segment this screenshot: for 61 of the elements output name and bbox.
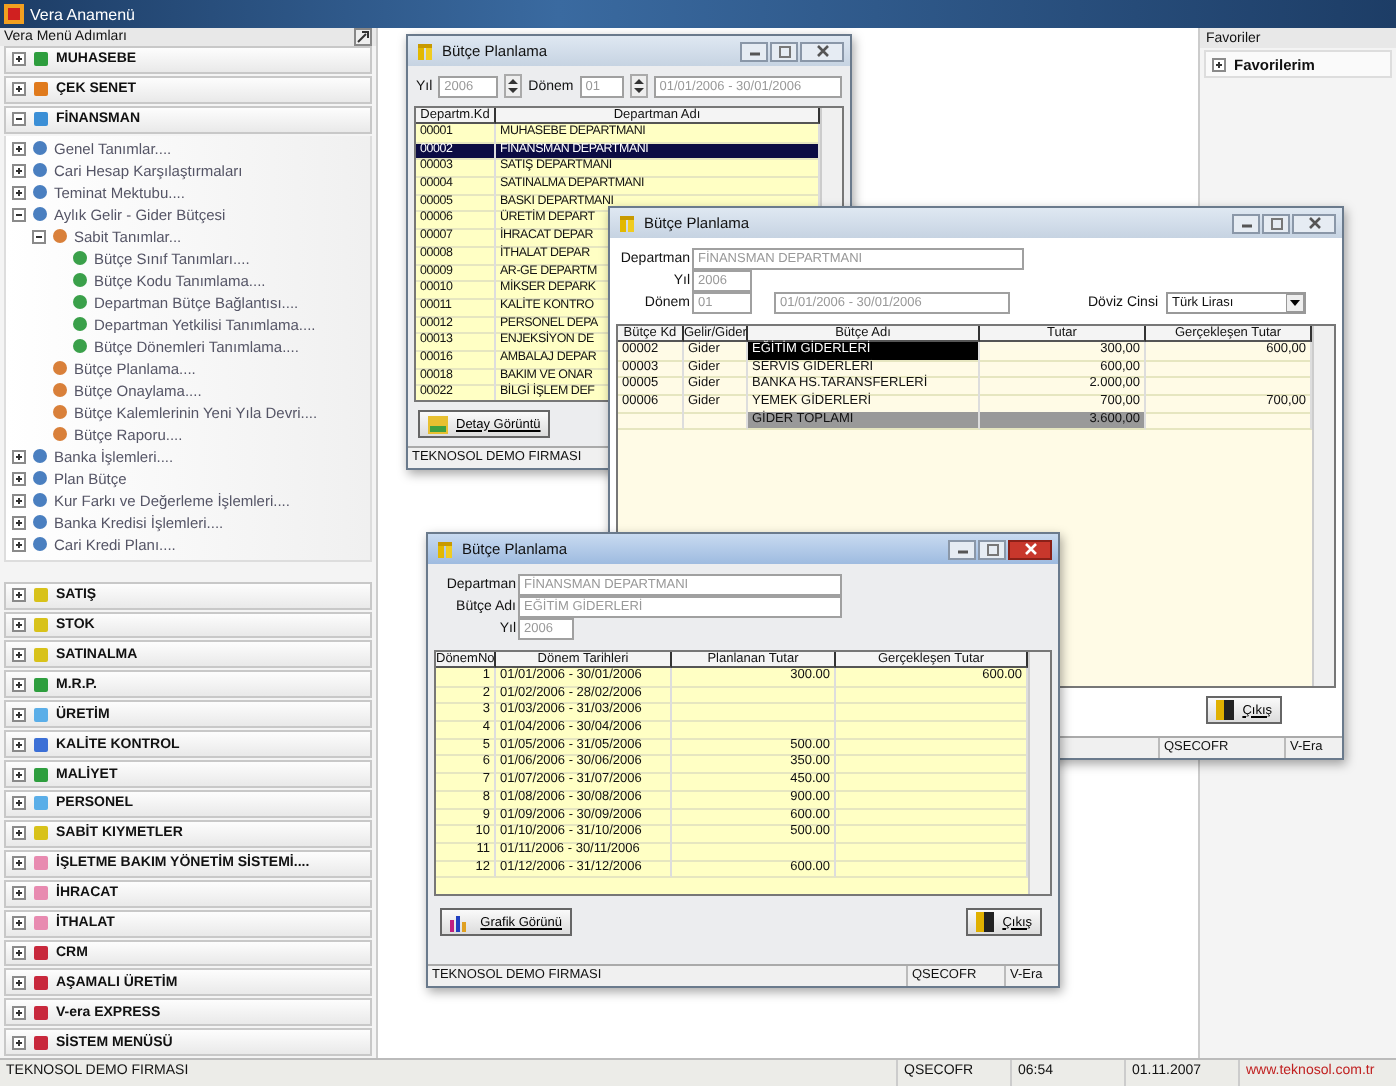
- table-cell: [618, 411, 684, 431]
- spin-button[interactable]: [629, 74, 648, 98]
- expand-icon[interactable]: [12, 185, 26, 200]
- collapse-icon[interactable]: [32, 229, 46, 244]
- expand-icon[interactable]: [12, 677, 26, 692]
- door-icon: [1216, 700, 1235, 720]
- close-button[interactable]: [800, 41, 844, 61]
- app-title: Vera Anamenü: [30, 5, 135, 23]
- minimize-button[interactable]: [740, 41, 768, 61]
- expand-icon[interactable]: [12, 537, 26, 552]
- expand-icon[interactable]: [12, 975, 26, 990]
- expand-icon[interactable]: [12, 1035, 26, 1050]
- expand-icon[interactable]: [12, 1005, 26, 1020]
- scrollbar[interactable]: [1028, 652, 1050, 894]
- expand-icon[interactable]: [12, 618, 26, 632]
- expand-icon[interactable]: [12, 449, 26, 464]
- door-icon: [976, 912, 995, 932]
- expand-icon[interactable]: [12, 163, 26, 178]
- maximize-icon: [1269, 217, 1283, 229]
- expand-icon[interactable]: [1212, 57, 1226, 71]
- minimize-button[interactable]: [1232, 213, 1260, 233]
- close-icon: [1023, 542, 1037, 556]
- collapse-icon[interactable]: [12, 112, 26, 127]
- expand-icon[interactable]: [12, 916, 26, 931]
- app-icon: [416, 41, 436, 61]
- expand-icon[interactable]: [12, 767, 26, 782]
- expand-icon[interactable]: [12, 707, 26, 722]
- pin-icon[interactable]: [354, 28, 372, 46]
- expand-icon[interactable]: [12, 471, 26, 486]
- maximize-icon: [985, 543, 999, 555]
- expand-icon[interactable]: [12, 82, 26, 97]
- dropdown-arrow-icon: [1286, 293, 1305, 311]
- bar-chart-icon: [450, 913, 470, 931]
- maximize-button[interactable]: [1262, 213, 1290, 233]
- expand-icon[interactable]: [12, 945, 26, 960]
- close-button[interactable]: [1008, 539, 1052, 559]
- expand-icon[interactable]: [12, 886, 26, 901]
- spin-button[interactable]: [504, 74, 523, 98]
- expand-icon[interactable]: [12, 826, 26, 841]
- image-icon: [428, 415, 448, 434]
- expand-icon[interactable]: [12, 796, 26, 811]
- expand-icon[interactable]: [12, 647, 26, 662]
- expand-icon[interactable]: [12, 141, 26, 156]
- maximize-icon: [777, 45, 791, 57]
- expand-icon[interactable]: [12, 856, 26, 871]
- close-icon: [1307, 216, 1321, 230]
- close-icon: [815, 44, 829, 58]
- expand-icon[interactable]: [12, 493, 26, 508]
- app-icon: [618, 213, 638, 233]
- minimize-button[interactable]: [948, 539, 976, 559]
- app-icon: [436, 539, 456, 559]
- close-button[interactable]: [1292, 213, 1336, 233]
- expand-icon[interactable]: [12, 588, 26, 603]
- maximize-button[interactable]: [770, 41, 798, 61]
- expand-icon[interactable]: [12, 737, 26, 752]
- expand-icon[interactable]: [12, 52, 26, 67]
- collapse-icon[interactable]: [12, 207, 26, 222]
- expand-icon[interactable]: [12, 515, 26, 530]
- app-icon: [4, 4, 24, 24]
- scrollbar[interactable]: [1312, 326, 1334, 686]
- maximize-button[interactable]: [978, 539, 1006, 559]
